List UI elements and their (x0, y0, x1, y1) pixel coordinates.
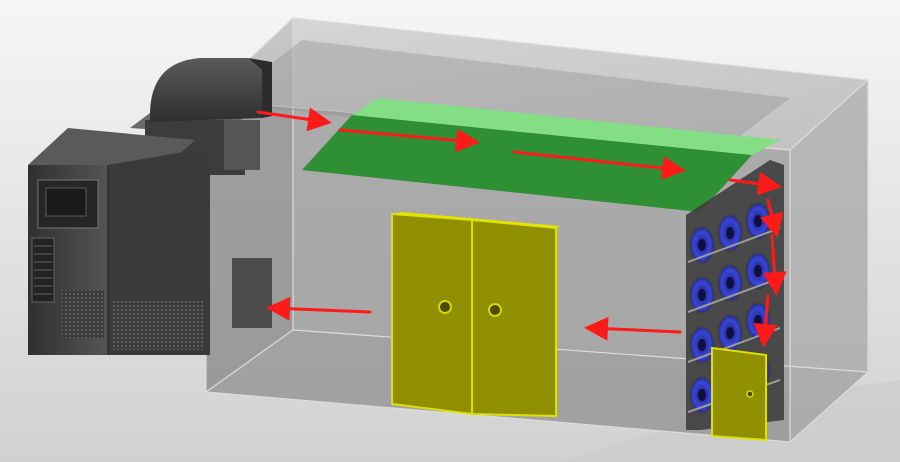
supply-air-duct (224, 120, 260, 170)
fan-hub (726, 327, 734, 339)
fan-hub (754, 315, 762, 327)
fan-hub (754, 215, 762, 227)
fan-hub (698, 289, 706, 301)
door-leaf-right (471, 218, 557, 418)
fan-hub (698, 339, 706, 351)
service-door (711, 346, 767, 442)
door-handle-icon (438, 300, 452, 314)
fan-hub (726, 277, 734, 289)
fan-hub (754, 265, 762, 277)
mesh-panel-right (112, 300, 204, 350)
fan-hub (726, 227, 734, 239)
double-door (391, 212, 560, 418)
fan-hub (698, 239, 706, 251)
mesh-panel-left (60, 290, 104, 338)
return-air-duct (232, 258, 272, 328)
door-handle-icon (746, 390, 754, 398)
fan-hub (698, 389, 706, 401)
dryer-room-3d-model (0, 0, 900, 462)
door-handle-icon (488, 303, 502, 317)
service-door-panel (711, 346, 767, 442)
control-panel-screen (45, 187, 87, 217)
door-leaf-left (391, 212, 473, 416)
